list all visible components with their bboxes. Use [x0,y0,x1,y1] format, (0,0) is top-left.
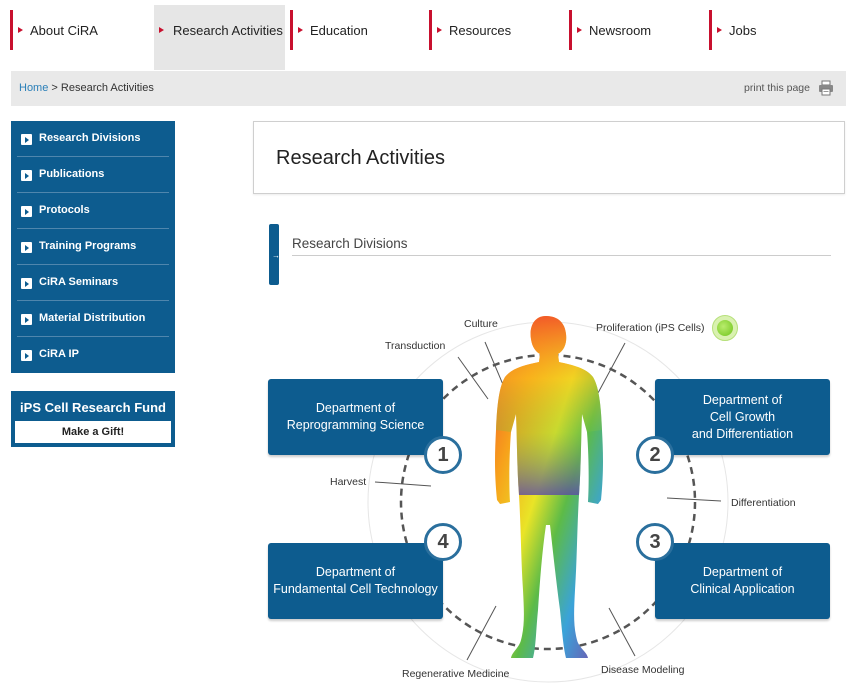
department-clinical-application-button[interactable]: Department of Clinical Application [655,543,830,619]
nav-divider [290,10,293,50]
nav-divider [569,10,572,50]
research-fund-banner[interactable]: iPS Cell Research Fund Make a Gift! [11,391,175,447]
label-transduction: Transduction [385,340,446,352]
make-gift-button[interactable]: Make a Gift! [15,421,171,443]
sidebar-item-publications[interactable]: Publications [11,157,175,193]
department-number-badge: 3 [636,523,674,561]
arrow-right-box-icon [21,134,32,145]
proliferation-connector [597,342,626,394]
nav-education[interactable]: Education [290,5,426,70]
department-line: Department of [702,565,783,579]
nav-jobs[interactable]: Jobs [709,5,829,70]
department-label: Department of Reprogramming Science [287,400,425,434]
arrow-right-box-icon [21,314,32,325]
sidebar-item-cira-seminars[interactable]: CiRA Seminars [11,265,175,301]
sidebar-item-research-divisions[interactable]: Research Divisions [11,121,175,157]
department-cell-growth-button[interactable]: Department of Cell Growth and Differenti… [655,379,830,455]
label-disease-modeling: Disease Modeling [601,664,685,676]
top-navigation: About CiRA Research Activities Education… [0,0,856,70]
nav-research-activities[interactable]: Research Activities [154,5,285,70]
nav-label: Education [310,23,368,38]
breadcrumb-current: Research Activities [60,82,154,94]
page-title: Research Activities [276,147,445,169]
caret-right-icon [717,27,722,33]
caret-right-icon [298,27,303,33]
sidebar-item-training-programs[interactable]: Training Programs [11,229,175,265]
culture-connector [484,341,505,388]
label-regenerative-medicine: Regenerative Medicine [402,668,510,680]
nav-divider [429,10,432,50]
nav-resources[interactable]: Resources [429,5,565,70]
department-label: Department of Clinical Application [690,564,794,598]
department-number-badge: 1 [424,436,462,474]
section-title: Research Divisions [292,236,408,251]
nav-label: Newsroom [589,23,652,38]
caret-right-icon [437,27,442,33]
department-line: Cell Growth [709,409,776,424]
fund-title: iPS Cell Research Fund [20,400,166,415]
nav-label: Resources [449,23,512,38]
sidebar-item-label: Research Divisions [39,132,141,144]
label-proliferation: Proliferation (iPS Cells) [596,322,705,334]
nav-label: Jobs [729,23,757,38]
page-title-box: Research Activities [253,121,845,194]
department-line: Department of [315,565,396,579]
nav-divider [10,10,13,50]
department-line: Department of [702,392,783,407]
department-line: and Differentiation [691,426,794,441]
printer-icon[interactable] [818,80,834,96]
caret-right-icon [577,27,582,33]
nav-newsroom[interactable]: Newsroom [569,5,705,70]
department-line: Fundamental Cell Technology [273,582,438,596]
department-line: Department of [315,401,396,415]
department-number-badge: 2 [636,436,674,474]
nav-divider [709,10,712,50]
proliferation-dot-icon [712,315,738,341]
nav-about-cira[interactable]: About CiRA [10,5,150,70]
caret-right-icon [159,27,164,33]
department-reprogramming-science-button[interactable]: Department of Reprogramming Science [268,379,443,455]
nav-label: About CiRA [30,23,98,38]
sidebar-item-label: CiRA Seminars [39,276,119,288]
sidebar-menu: Research Divisions Publications Protocol… [11,121,175,373]
nav-label: Research Activities [173,23,283,38]
sidebar-item-label: CiRA IP [39,348,79,360]
sidebar-item-cira-ip[interactable]: CiRA IP [11,337,175,373]
department-label: Department of Fundamental Cell Technolog… [273,564,437,598]
sidebar-item-protocols[interactable]: Protocols [11,193,175,229]
sidebar-item-material-distribution[interactable]: Material Distribution [11,301,175,337]
arrow-right-box-icon [21,278,32,289]
disease-connector [608,607,636,657]
sidebar-item-label: Publications [39,168,105,180]
breadcrumb-separator: > [48,82,61,94]
differentiation-connector [666,497,722,502]
department-line: Reprogramming Science [286,418,425,432]
department-number-badge: 4 [424,523,462,561]
department-fundamental-cell-technology-button[interactable]: Department of Fundamental Cell Technolog… [268,543,443,619]
sidebar-item-label: Training Programs [39,240,137,252]
arrow-right-box-icon [21,170,32,181]
breadcrumb: Home > Research Activities [19,82,154,94]
sidebar-item-label: Material Distribution [39,312,146,324]
caret-right-icon [18,27,23,33]
arrow-right-box-icon [21,350,32,361]
section-divider [292,255,831,256]
label-culture: Culture [464,318,498,330]
sidebar-item-label: Protocols [39,204,90,216]
label-harvest: Harvest [330,476,367,488]
label-differentiation: Differentiation [731,497,796,509]
breadcrumb-bar: Home > Research Activities print this pa… [11,71,846,106]
research-divisions-diagram: Culture Transduction Proliferation (iPS … [253,290,845,683]
breadcrumb-home-link[interactable]: Home [19,82,48,94]
arrow-right-box-icon [21,206,32,217]
print-page-link[interactable]: print this page [744,82,810,94]
human-figure-illustration [495,316,603,658]
department-label: Department of Cell Growth and Differenti… [692,392,793,443]
department-line: Clinical Application [690,582,795,596]
regenerative-connector [466,605,497,661]
section-tab: → [269,224,280,285]
transduction-connector [457,356,489,400]
arrow-right-box-icon [21,242,32,253]
arrow-right-icon: → [272,251,280,260]
